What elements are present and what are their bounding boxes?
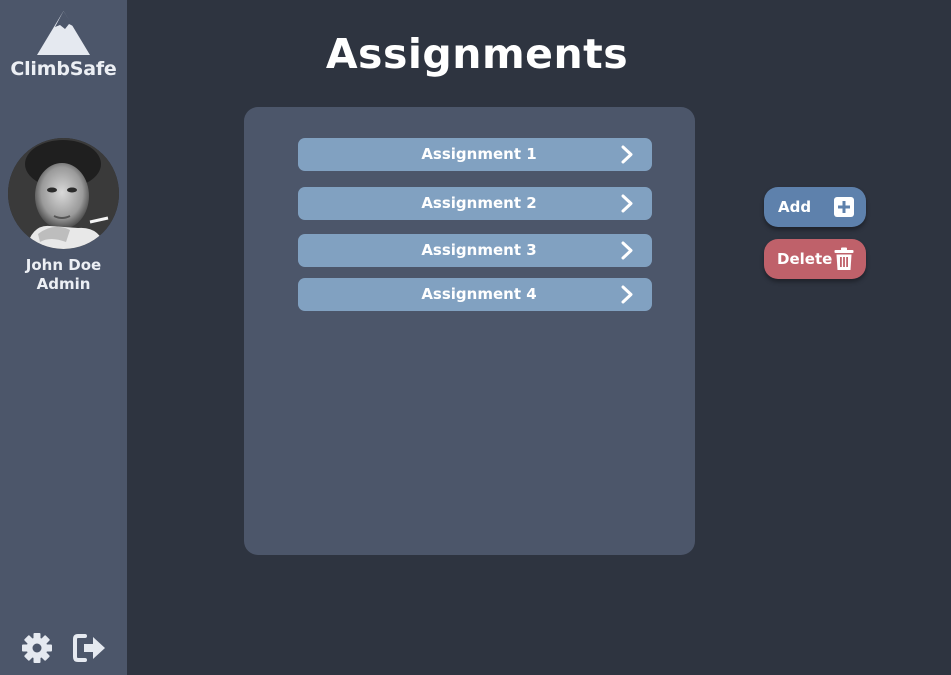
page-title: Assignments <box>325 30 629 78</box>
chevron-right-icon <box>621 241 633 260</box>
assignment-label: Assignment 4 <box>421 285 537 303</box>
brand-name[interactable]: ClimbSafe <box>0 58 127 80</box>
assignment-item[interactable]: Assignment 4 <box>298 278 652 311</box>
user-role: Admin <box>36 275 91 293</box>
user-name: John Doe <box>25 256 102 274</box>
add-button[interactable]: Add <box>764 187 866 227</box>
assignment-item[interactable]: Assignment 1 <box>298 138 652 171</box>
assignment-item[interactable]: Assignment 2 <box>298 187 652 220</box>
assignment-label: Assignment 3 <box>421 241 537 259</box>
plus-square-icon <box>834 197 854 217</box>
chevron-right-icon <box>621 194 633 213</box>
mountain-icon <box>37 11 90 55</box>
chevron-right-icon <box>621 145 633 164</box>
assignment-label: Assignment 2 <box>421 194 537 212</box>
assignment-item[interactable]: Assignment 3 <box>298 234 652 267</box>
avatar[interactable] <box>8 138 119 249</box>
gear-icon[interactable] <box>21 632 53 664</box>
sidebar: ClimbSafe John Doe Admin <box>0 0 127 675</box>
trash-icon <box>834 247 854 270</box>
assignment-label: Assignment 1 <box>421 145 537 163</box>
delete-button[interactable]: Delete <box>764 239 866 279</box>
assignments-panel: Assignment 1 Assignment 2 Assignment 3 A… <box>244 107 695 555</box>
add-button-label: Add <box>778 198 812 216</box>
delete-button-label: Delete <box>777 250 833 268</box>
chevron-right-icon <box>621 285 633 304</box>
logout-icon[interactable] <box>73 632 107 664</box>
